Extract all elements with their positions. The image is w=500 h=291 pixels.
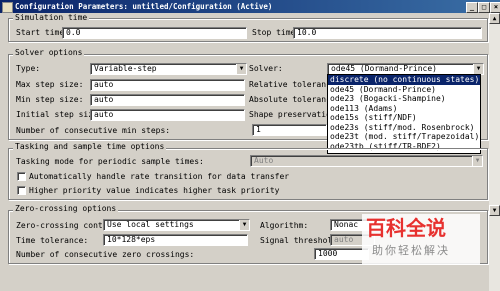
consecutive-min-steps-label: Number of consecutive min steps: xyxy=(16,126,171,135)
initial-step-input[interactable]: auto xyxy=(90,109,245,121)
type-select[interactable]: Variable-step ▼ xyxy=(90,63,247,75)
watermark-subtitle: 助你轻松解决 xyxy=(372,244,450,257)
solver-option[interactable]: ode113 (Adams) xyxy=(328,104,480,114)
solver-option[interactable]: ode23 (Bogacki-Shampine) xyxy=(328,94,480,104)
chevron-down-icon[interactable]: ▼ xyxy=(236,64,246,74)
scroll-up-icon[interactable]: ▲ xyxy=(489,13,500,24)
tasking-mode-value: Auto xyxy=(254,156,274,165)
chevron-down-icon[interactable]: ▼ xyxy=(473,64,483,74)
higher-priority-label: Higher priority value indicates higher t… xyxy=(29,186,280,195)
solver-label: Solver: xyxy=(249,64,283,73)
solver-option[interactable]: ode15s (stiff/NDF) xyxy=(328,113,480,123)
auto-rate-transition-checkbox[interactable] xyxy=(17,172,26,181)
close-button[interactable]: × xyxy=(490,2,500,13)
tasking-mode-label: Tasking mode for periodic sample times: xyxy=(16,157,204,166)
solver-option[interactable]: ode23t (mod. stiff/Trapezoidal) xyxy=(328,132,480,142)
scroll-down-icon[interactable]: ▼ xyxy=(489,205,500,216)
window-title: Configuration Parameters: untitled/Confi… xyxy=(15,2,273,11)
max-step-input[interactable]: auto xyxy=(90,79,245,91)
maximize-button[interactable]: □ xyxy=(478,2,490,13)
app-icon xyxy=(2,2,13,13)
type-select-value: Variable-step xyxy=(94,64,157,73)
solver-option[interactable]: ode45 (Dormand-Prince) xyxy=(328,85,480,95)
simulation-time-group-label: Simulation time xyxy=(13,13,90,22)
stop-time-input[interactable]: 10.0 xyxy=(293,27,482,39)
min-step-input[interactable]: auto xyxy=(90,94,245,106)
chevron-down-icon[interactable]: ▼ xyxy=(239,220,249,230)
higher-priority-checkbox[interactable] xyxy=(17,186,26,195)
min-step-label: Min step size: xyxy=(16,95,84,104)
consecutive-zero-crossings-label: Number of consecutive zero crossings: xyxy=(16,250,195,259)
zero-crossing-control-value: Use local settings xyxy=(107,220,194,229)
solver-options-group-label: Solver options xyxy=(13,48,85,57)
consecutive-zero-crossings-input[interactable]: 1000 xyxy=(314,248,369,260)
algorithm-label: Algorithm: xyxy=(260,221,309,230)
max-step-label: Max step size: xyxy=(16,80,84,89)
solver-dropdown-list[interactable]: discrete (no continuous states) ode45 (Do… xyxy=(327,74,481,154)
solver-option[interactable]: discrete (no continuous states) xyxy=(328,75,480,85)
watermark-title: 百科全说 xyxy=(366,216,446,240)
minimize-button[interactable]: _ xyxy=(466,2,478,13)
start-time-input[interactable]: 0.0 xyxy=(62,27,247,39)
consecutive-min-steps-input[interactable]: 1 xyxy=(252,124,327,136)
solver-select-value: ode45 (Dormand-Prince) xyxy=(331,64,437,73)
time-tolerance-input[interactable]: 10*128*eps xyxy=(103,234,248,246)
zero-crossing-group-label: Zero-crossing options xyxy=(13,204,119,213)
vertical-scrollbar[interactable]: ▲ ▼ xyxy=(489,13,500,291)
tasking-group-label: Tasking and sample time options xyxy=(13,142,167,151)
solver-option[interactable]: ode23s (stiff/mod. Rosenbrock) xyxy=(328,123,480,133)
zero-crossing-control-select[interactable]: Use local settings ▼ xyxy=(103,219,250,231)
type-label: Type: xyxy=(16,64,41,73)
title-bar[interactable]: Configuration Parameters: untitled/Confi… xyxy=(0,0,500,13)
watermark: 百科全说 助你轻松解决 xyxy=(362,214,480,264)
algorithm-select-value: Nonac xyxy=(334,220,359,229)
chevron-down-icon: ▼ xyxy=(472,156,482,166)
tasking-mode-select: Auto ▼ xyxy=(250,155,483,167)
auto-rate-transition-label: Automatically handle rate transition for… xyxy=(29,172,290,181)
time-tolerance-label: Time tolerance: xyxy=(16,236,89,245)
